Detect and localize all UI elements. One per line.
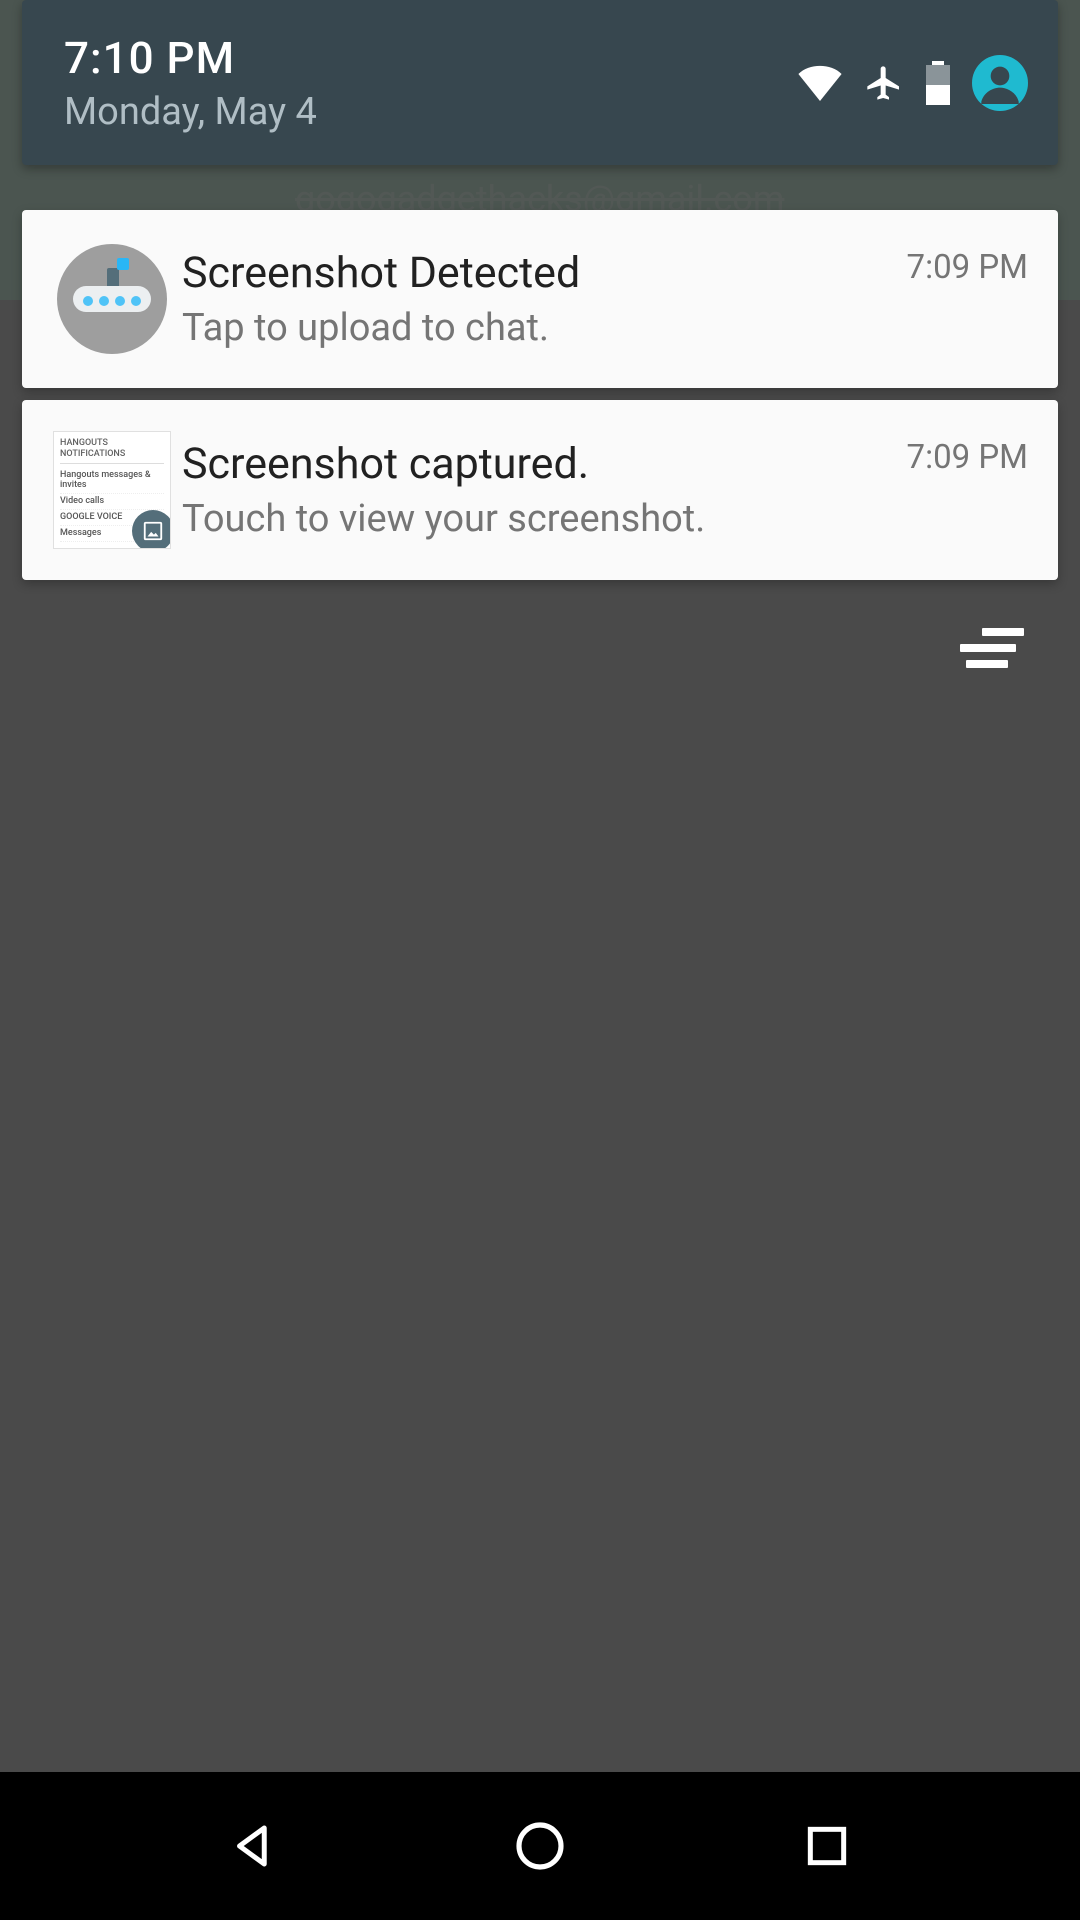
navigation-bar: [0, 1772, 1080, 1920]
back-button[interactable]: [217, 1810, 289, 1882]
notification-subtitle: Tap to upload to chat.: [182, 306, 907, 350]
notification-title: Screenshot captured.: [182, 439, 907, 489]
notification-screenshot-captured[interactable]: HANGOUTS NOTIFICATIONS Hangouts messages…: [22, 400, 1058, 580]
submarine-app-icon: [57, 244, 167, 354]
notification-time: 7:09 PM: [907, 438, 1028, 477]
header-status-icons: [798, 55, 1028, 111]
notification-thumbnail-wrap: HANGOUTS NOTIFICATIONS Hangouts messages…: [42, 431, 182, 549]
thumb-row: Messages: [60, 528, 101, 538]
airplane-icon: [864, 63, 904, 103]
header-time: 7:10 PM: [64, 32, 317, 84]
clear-all-button[interactable]: [956, 628, 1024, 672]
thumb-row: Hangouts messages & invites: [60, 470, 151, 491]
profile-icon[interactable]: [972, 55, 1028, 111]
screenshot-thumbnail: HANGOUTS NOTIFICATIONS Hangouts messages…: [53, 431, 171, 549]
home-button[interactable]: [504, 1810, 576, 1882]
battery-icon: [926, 61, 950, 105]
thumb-row: GOOGLE VOICE: [60, 512, 122, 522]
thumb-row: Video calls: [60, 496, 104, 506]
datetime-block: 7:10 PM Monday, May 4: [64, 32, 317, 134]
header-date: Monday, May 4: [64, 90, 317, 134]
thumb-heading: HANGOUTS NOTIFICATIONS: [60, 438, 164, 464]
notification-screenshot-detected[interactable]: Screenshot Detected Tap to upload to cha…: [22, 210, 1058, 388]
notification-shade-header[interactable]: 7:10 PM Monday, May 4: [22, 0, 1058, 165]
notification-app-icon-wrap: [42, 244, 182, 354]
wifi-icon: [798, 65, 842, 101]
image-icon: [132, 510, 171, 549]
notification-time: 7:09 PM: [907, 248, 1028, 287]
recent-apps-button[interactable]: [791, 1810, 863, 1882]
notification-subtitle: Touch to view your screenshot.: [182, 497, 907, 541]
notification-title: Screenshot Detected: [182, 248, 907, 298]
